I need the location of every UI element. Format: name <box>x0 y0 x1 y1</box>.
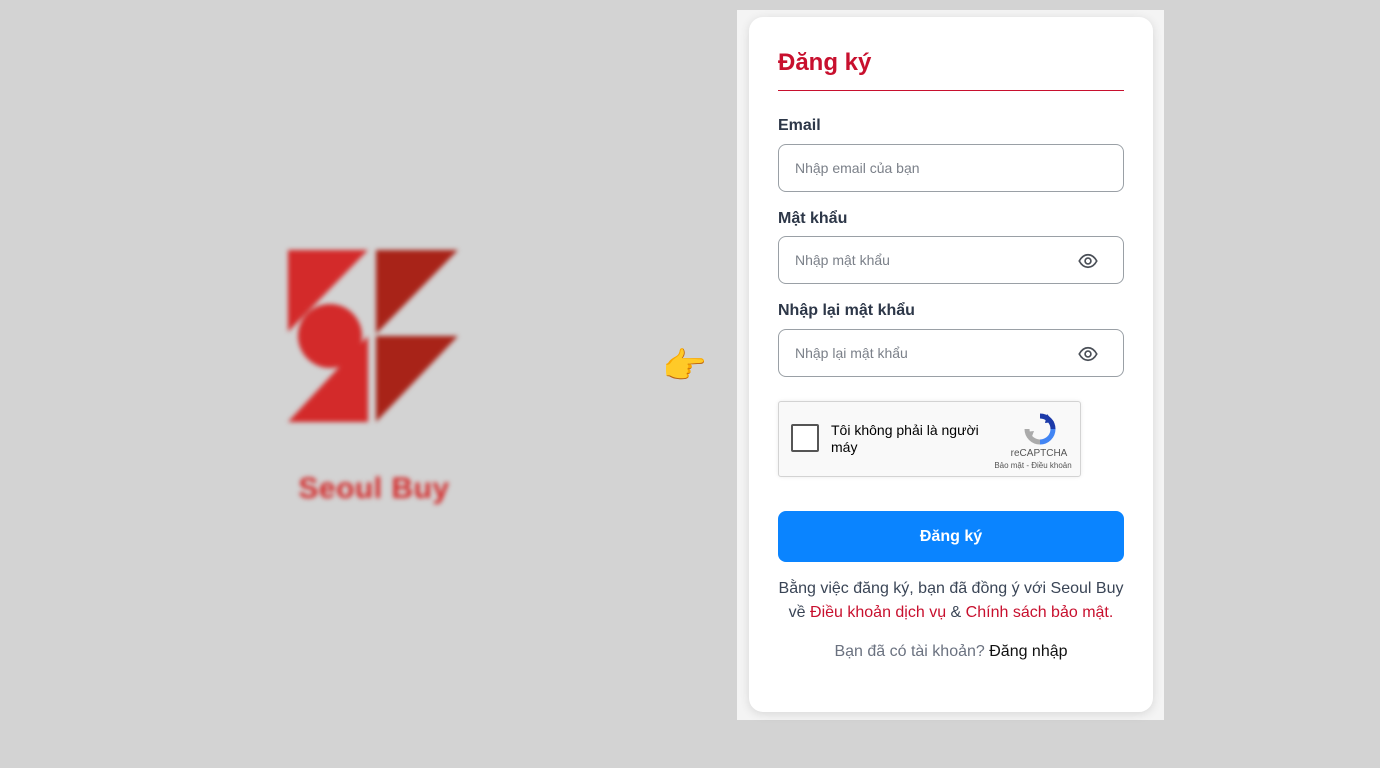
recaptcha-checkbox[interactable] <box>791 424 819 452</box>
recaptcha-label: Tôi không phải là người máy <box>831 422 979 455</box>
register-button[interactable]: Đăng ký <box>778 511 1124 562</box>
pointing-hand-icon: 👉 <box>662 345 707 386</box>
password-field[interactable] <box>795 237 1065 283</box>
brand-name: Seoul Buy <box>298 472 450 505</box>
title-divider <box>778 90 1124 91</box>
form-title: Đăng ký <box>778 49 872 76</box>
privacy-policy-link[interactable]: Chính sách bảo mật. <box>966 604 1114 621</box>
eye-icon[interactable] <box>1077 344 1099 364</box>
confirm-password-field-wrapper <box>778 329 1124 377</box>
recaptcha-brand: reCAPTCHA <box>1010 448 1068 459</box>
recaptcha-links[interactable]: Bảo mật - Điều khoản <box>987 461 1079 470</box>
email-field-wrapper <box>778 144 1124 192</box>
password-field-wrapper <box>778 236 1124 284</box>
recaptcha-icon <box>1024 413 1056 445</box>
login-prompt: Bạn đã có tài khoản? Đăng nhập <box>769 643 1133 661</box>
terms-of-service-link[interactable]: Điều khoản dịch vụ <box>810 604 946 621</box>
confirm-password-field[interactable] <box>795 330 1065 376</box>
login-link[interactable]: Đăng nhập <box>989 643 1067 660</box>
terms-text: Bằng việc đăng ký, bạn đã đồng ý với Seo… <box>769 577 1133 625</box>
seoul-buy-logo <box>288 250 458 422</box>
email-label: Email <box>778 117 821 134</box>
terms-conjunction: & <box>946 604 966 621</box>
email-field[interactable] <box>795 145 1065 191</box>
recaptcha-widget: Tôi không phải là người máy reCAPTCHA Bả… <box>778 401 1081 477</box>
login-prompt-text: Bạn đã có tài khoản? <box>834 643 990 660</box>
brand-area: Seoul Buy <box>270 240 480 520</box>
register-card: Đăng ký Email Mật khẩu Nhập lại mật khẩu… <box>749 17 1153 712</box>
confirm-password-label: Nhập lại mật khẩu <box>778 302 915 319</box>
eye-icon[interactable] <box>1077 251 1099 271</box>
password-label: Mật khẩu <box>778 210 848 227</box>
